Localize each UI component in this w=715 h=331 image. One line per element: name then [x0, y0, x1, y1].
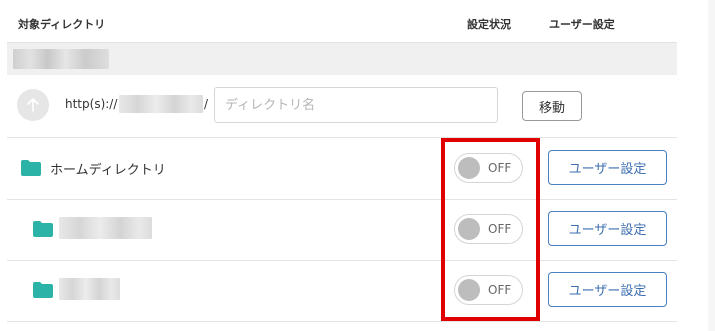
- highlight-box: [441, 138, 540, 321]
- directory-row: OFF ユーザー設定: [7, 260, 677, 322]
- directory-name: ホームディレクトリ: [50, 163, 166, 178]
- folder-icon: [21, 160, 41, 176]
- column-header-target-directory: 対象ディレクトリ: [18, 18, 106, 31]
- column-header-setting-status: 設定状況: [467, 18, 511, 31]
- directory-row: ホームディレクトリ OFF ユーザー設定: [7, 138, 677, 200]
- user-settings-button[interactable]: ユーザー設定: [548, 211, 667, 246]
- parent-directory-button[interactable]: [17, 89, 49, 121]
- url-prefix: http(s)://: [65, 97, 118, 111]
- directory-settings-panel: 対象ディレクトリ 設定状況 ユーザー設定 http(s):// / 移動 ホーム…: [0, 0, 715, 331]
- user-settings-button[interactable]: ユーザー設定: [548, 150, 667, 185]
- scrollbar-track[interactable]: [708, 0, 715, 331]
- directory-navigation: http(s):// / 移動: [7, 75, 677, 138]
- folder-icon: [33, 282, 53, 298]
- redacted-domain: [119, 95, 203, 113]
- url-slash: /: [204, 97, 209, 111]
- redacted-directory-name: [59, 278, 120, 300]
- table-header: 対象ディレクトリ 設定状況 ユーザー設定: [7, 0, 677, 43]
- move-button[interactable]: 移動: [522, 91, 582, 121]
- directory-row: OFF ユーザー設定: [7, 199, 677, 261]
- current-path-bar: [7, 43, 677, 75]
- redacted-path: [13, 49, 109, 69]
- redacted-directory-name: [59, 217, 152, 239]
- directory-name-input[interactable]: [214, 87, 498, 123]
- user-settings-button[interactable]: ユーザー設定: [548, 272, 667, 307]
- folder-icon: [33, 221, 53, 237]
- arrow-up-icon: [27, 98, 39, 112]
- column-header-user-settings: ユーザー設定: [549, 18, 615, 31]
